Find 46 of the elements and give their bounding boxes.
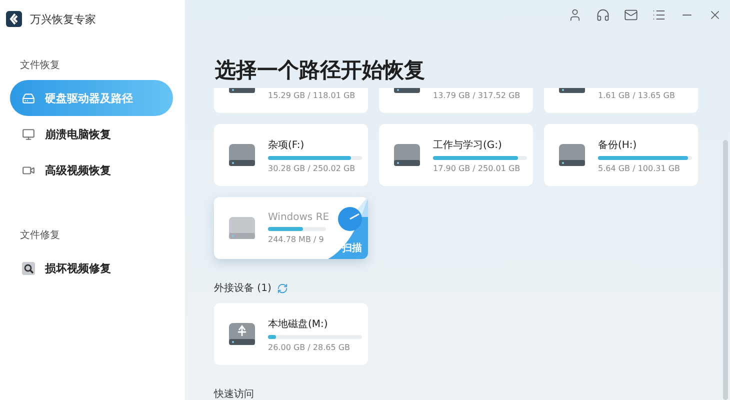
sidebar-item[interactable]: 高级视频恢复 (10, 152, 173, 188)
section-heading: 外接设备 (1) (214, 282, 272, 295)
drive-name: Windows RE (268, 212, 326, 223)
drive-size: 17.90 GB / 250.01 GB (433, 164, 522, 172)
drive-size: 13.79 GB / 317.52 GB (433, 90, 522, 100)
section-heading: 文件恢复 (20, 58, 61, 72)
drive-name: 本地磁盘(M:) (268, 318, 329, 330)
scan-swoosh-drawing (328, 197, 368, 259)
hard-drive-icon (228, 322, 256, 346)
refresh-icon[interactable] (277, 282, 288, 294)
headset-icon[interactable] (596, 8, 610, 22)
drive-card[interactable]: 15.29 GB / 118.01 GB (214, 88, 368, 113)
hard-drive-icon (228, 143, 256, 167)
drive-card[interactable]: 工作与学习(G:) 17.90 GB / 250.01 GB (379, 124, 533, 186)
sidebar-item[interactable]: 崩溃电脑恢复 (10, 116, 173, 152)
drive-card[interactable]: 杂项(F:) 30.28 GB / 250.02 GB (214, 124, 368, 186)
drive-name: 工作与学习(G:) (433, 138, 503, 152)
search-icon (22, 262, 35, 274)
hard-drive-icon (393, 143, 421, 167)
drive-name: 杂项(F:) (268, 138, 306, 152)
sidebar-item[interactable]: 损坏视频修复 (10, 250, 173, 286)
app-logo-icon (6, 11, 22, 27)
hard-drive-icon (228, 216, 256, 240)
video-camera-icon (22, 164, 35, 176)
section-heading: 文件修复 (20, 228, 61, 242)
section-heading: 快速访问 (214, 388, 254, 400)
drive-size: 244.78 MB / 9 (268, 235, 325, 244)
drive-name: 备份(H:) (598, 138, 638, 152)
drive-size: 5.64 GB / 100.31 GB (598, 164, 682, 172)
close-icon[interactable] (708, 8, 722, 22)
scrollbar[interactable] (723, 140, 728, 400)
user-icon[interactable] (568, 8, 582, 22)
hard-drive-icon (558, 143, 586, 167)
drive-size: 30.28 GB / 250.02 GB (268, 164, 356, 172)
drive-card[interactable]: 13.79 GB / 317.52 GB (379, 88, 533, 113)
drive-size: 1.61 GB / 13.65 GB (598, 90, 676, 100)
page-title: 选择一个路径开始恢复 (215, 57, 426, 84)
mail-icon[interactable] (624, 8, 638, 22)
hard-drive-icon (22, 92, 35, 104)
drive-size: 26.00 GB / 28.65 GB (268, 342, 352, 352)
drive-size: 15.29 GB / 118.01 GB (268, 90, 356, 100)
drive-card[interactable]: 本地磁盘(M:) 26.00 GB / 28.65 GB (214, 303, 368, 365)
app-title: 万兴恢复专家 (30, 12, 96, 26)
drive-card[interactable]: 备份(H:) 5.64 GB / 100.31 GB (544, 124, 698, 186)
monitor-icon (22, 128, 35, 140)
drive-card[interactable]: 1.61 GB / 13.65 GB (544, 88, 698, 113)
